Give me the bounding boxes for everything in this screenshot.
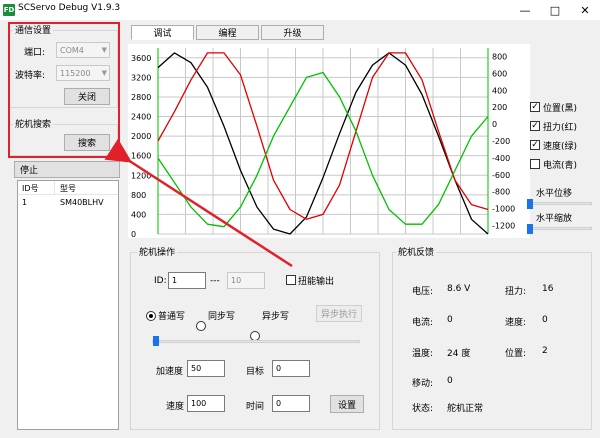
annotation-arrow [104, 138, 293, 268]
annotation-arrow-line [104, 138, 293, 268]
